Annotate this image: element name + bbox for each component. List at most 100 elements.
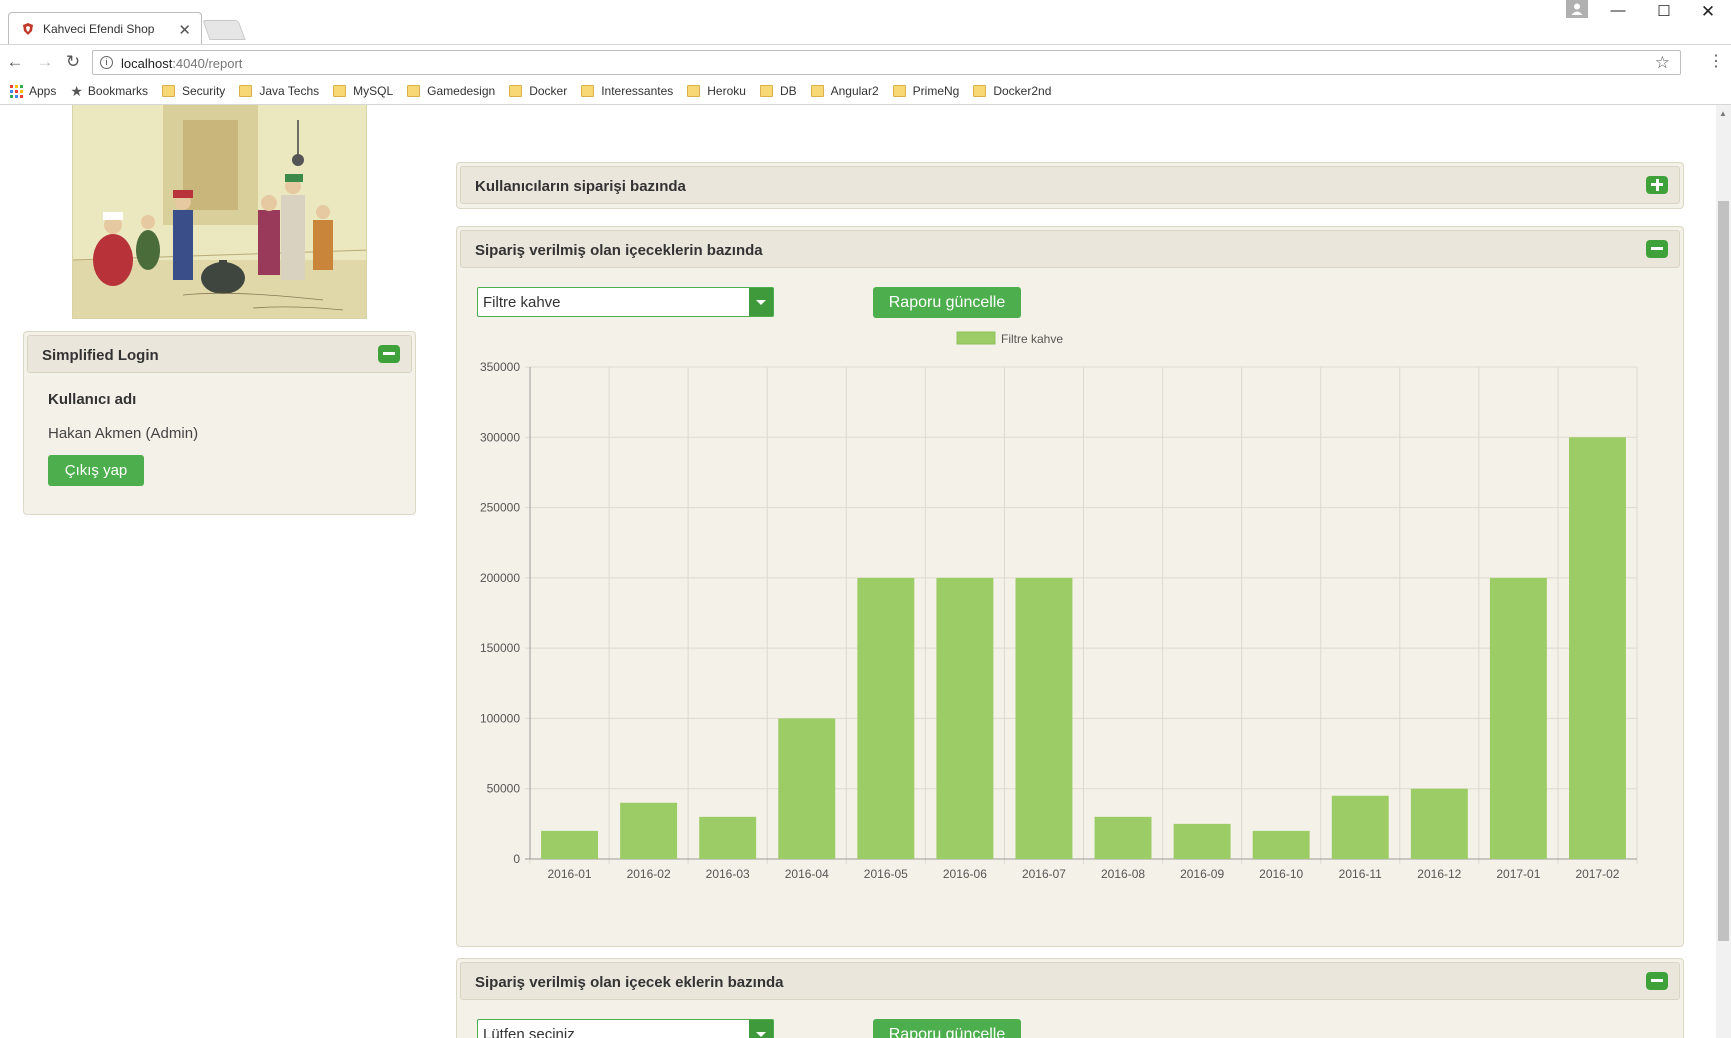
vertical-scrollbar[interactable]: ▲ xyxy=(1716,105,1731,1038)
bookmark-folder[interactable]: Docker xyxy=(509,84,567,98)
bookmark-folder[interactable]: Angular2 xyxy=(810,84,879,98)
legend-label: Filtre kahve xyxy=(1001,332,1063,346)
bookmark-star-icon[interactable]: ☆ xyxy=(1655,53,1670,73)
y-tick-label: 0 xyxy=(513,852,520,866)
users-report-panel: Kullanıcıların siparişi bazında xyxy=(456,162,1684,209)
extra-select[interactable]: Lütfen seçiniz xyxy=(477,1019,774,1038)
folder-icon xyxy=(333,85,347,97)
bookmark-label: Java Techs xyxy=(259,84,320,98)
bookmark-folder[interactable]: Security xyxy=(161,84,225,98)
collapse-minus-icon[interactable] xyxy=(378,345,400,363)
bookmark-apps[interactable]: Apps xyxy=(10,84,56,98)
folder-icon xyxy=(810,85,824,97)
reload-icon[interactable]: ↻ xyxy=(62,51,84,73)
x-tick-label: 2016-11 xyxy=(1339,867,1382,881)
x-tick-label: 2016-06 xyxy=(943,867,987,881)
users-panel-header[interactable]: Kullanıcıların siparişi bazında xyxy=(460,166,1680,204)
back-arrow-icon[interactable]: ← xyxy=(4,51,26,73)
y-tick-label: 150000 xyxy=(480,641,520,655)
expand-plus-icon[interactable] xyxy=(1646,176,1668,194)
bookmark-folder[interactable]: Java Techs xyxy=(239,84,319,98)
bookmark-bookmarks[interactable]: ★ Bookmarks xyxy=(70,83,148,100)
x-tick-label: 2016-09 xyxy=(1180,867,1224,881)
logout-button[interactable]: Çıkış yap xyxy=(48,455,144,486)
chart-bar xyxy=(1568,437,1626,859)
coffeehouse-painting-image xyxy=(72,105,367,319)
y-tick-label: 350000 xyxy=(480,360,520,374)
y-tick-label: 100000 xyxy=(480,711,520,725)
minimize-icon[interactable]: — xyxy=(1598,2,1638,22)
update-report-button[interactable]: Raporu güncelle xyxy=(873,1019,1021,1038)
tab-close-icon[interactable]: ✕ xyxy=(178,21,191,39)
bookmark-label: DB xyxy=(779,84,797,98)
bookmark-folder[interactable]: Heroku xyxy=(687,84,746,98)
bookmarks-bar: Apps ★ Bookmarks Security Java Techs MyS… xyxy=(0,78,1731,105)
scroll-up-arrow-icon[interactable]: ▲ xyxy=(1719,109,1727,118)
bookmark-folder[interactable]: PrimeNg xyxy=(892,84,960,98)
maximize-icon[interactable]: ☐ xyxy=(1644,2,1684,22)
url-host: localhost xyxy=(121,56,173,71)
x-tick-label: 2016-03 xyxy=(706,867,750,881)
apps-grid-icon xyxy=(10,84,23,98)
drinks-bar-chart: 0 50000 100000 150000 200000 250000 300000 3500… xyxy=(480,331,1638,881)
y-tick-label: 250000 xyxy=(480,501,520,515)
browser-tab[interactable]: Kahveci Efendi Shop ✕ xyxy=(8,12,202,45)
browser-menu-icon[interactable]: ⋮ xyxy=(1708,51,1724,71)
chart-bar xyxy=(1331,795,1389,859)
chart-bar xyxy=(541,830,599,859)
bookmark-folder[interactable]: DB xyxy=(759,84,797,98)
x-tick-label: 2016-04 xyxy=(785,867,829,881)
chart-bar xyxy=(1094,816,1152,859)
collapse-minus-icon[interactable] xyxy=(1646,972,1668,990)
folder-icon xyxy=(161,85,175,97)
info-icon[interactable]: i xyxy=(100,56,113,69)
extras-panel-header[interactable]: Sipariş verilmiş olan içecek eklerin baz… xyxy=(460,962,1680,1000)
x-tick-label: 2016-02 xyxy=(627,867,671,881)
login-panel-header[interactable]: Simplified Login xyxy=(27,335,412,373)
chart-bar xyxy=(1015,577,1073,859)
username-value: Hakan Akmen (Admin) xyxy=(48,425,199,442)
bookmark-label: Interessantes xyxy=(601,84,674,98)
bookmark-label: Bookmarks xyxy=(87,84,148,98)
chart-bar xyxy=(1410,788,1468,859)
close-window-icon[interactable]: ✕ xyxy=(1688,2,1728,22)
y-tick-label: 300000 xyxy=(480,430,520,444)
url-path: :4040/report xyxy=(172,56,243,71)
bookmark-folder[interactable]: MySQL xyxy=(333,84,393,98)
legend-swatch xyxy=(956,331,996,345)
folder-icon xyxy=(973,85,987,97)
x-tick-label: 2016-05 xyxy=(864,867,908,881)
y-tick-label: 200000 xyxy=(480,571,520,585)
tab-title: Kahveci Efendi Shop xyxy=(43,22,155,36)
dropdown-arrow-icon[interactable] xyxy=(749,1020,773,1038)
chart-bar xyxy=(1489,577,1547,859)
bookmark-folder[interactable]: Gamedesign xyxy=(407,84,495,98)
url-input[interactable]: i localhost:4040/report ☆ xyxy=(92,50,1681,75)
scrollbar-thumb[interactable] xyxy=(1718,201,1729,941)
chart-bar xyxy=(1252,830,1310,859)
x-tick-label: 2016-10 xyxy=(1259,867,1303,881)
page-content: Simplified Login Kullanıcı adı Hakan Akm… xyxy=(0,105,1716,1038)
bookmark-folder[interactable]: Interessantes xyxy=(581,84,673,98)
drinks-report-panel: Sipariş verilmiş olan içeceklerin bazınd… xyxy=(456,226,1684,947)
bookmark-label: MySQL xyxy=(353,84,394,98)
bookmark-label: Apps xyxy=(29,84,57,98)
bookmark-label: PrimeNg xyxy=(912,84,960,98)
extras-report-panel: Sipariş verilmiş olan içecek eklerin baz… xyxy=(456,958,1684,1038)
bookmark-folder[interactable]: Docker2nd xyxy=(973,84,1051,98)
users-panel-title: Kullanıcıların siparişi bazında xyxy=(475,178,686,195)
profile-icon[interactable] xyxy=(1566,0,1588,18)
chart-bar xyxy=(857,577,915,859)
x-tick-label: 2016-01 xyxy=(548,867,592,881)
bookmark-label: Heroku xyxy=(707,84,746,98)
chart-bar xyxy=(1173,823,1231,859)
shield-favicon-icon xyxy=(23,23,33,35)
y-tick-label: 50000 xyxy=(487,782,521,796)
forward-arrow-icon[interactable]: → xyxy=(34,51,56,73)
new-tab-button[interactable] xyxy=(202,20,246,40)
login-panel-title: Simplified Login xyxy=(42,347,159,364)
folder-icon xyxy=(509,85,523,97)
star-icon: ★ xyxy=(70,82,83,99)
x-tick-label: 2016-08 xyxy=(1101,867,1145,881)
extra-select-value: Lütfen seçiniz xyxy=(483,1026,575,1038)
